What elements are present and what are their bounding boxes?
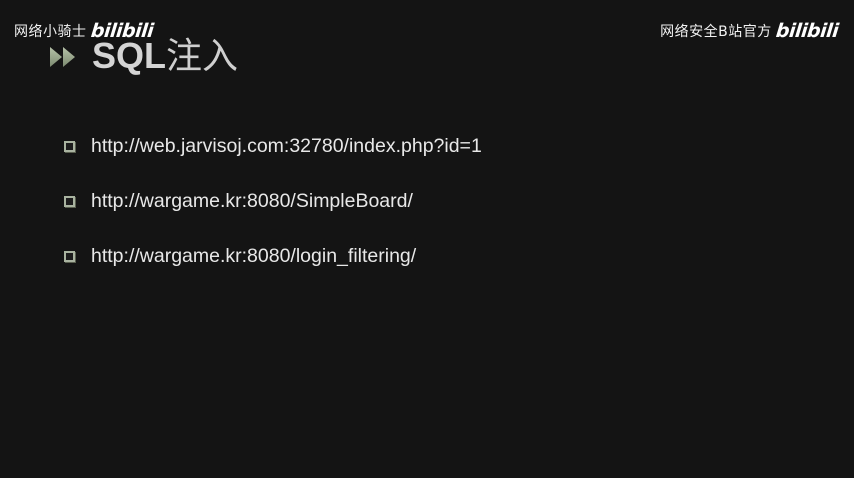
list-item: http://web.jarvisoj.com:32780/index.php?… [64,132,482,160]
square-bullet-icon [64,250,75,262]
double-play-arrows-icon [48,43,82,71]
slide-title: SQL注入 [48,34,238,79]
page-title: SQL注入 [92,34,238,79]
list-item: http://wargame.kr:8080/SimpleBoard/ [64,187,482,215]
square-bullet-icon [64,140,75,152]
bullet-url[interactable]: http://wargame.kr:8080/login_filtering/ [91,245,416,268]
slide: 网络小骑士 bilibili 网络安全B站官方 bilibili SQL注入 h… [0,0,854,478]
bullet-list: http://web.jarvisoj.com:32780/index.php?… [64,132,482,297]
watermark-right: 网络安全B站官方 bilibili [660,20,840,42]
title-rest: 注入 [166,36,239,77]
watermark-right-text: 网络安全B站官方 [660,24,772,40]
bullet-url[interactable]: http://web.jarvisoj.com:32780/index.php?… [91,135,482,158]
title-sql: SQL [92,35,167,76]
bullet-url[interactable]: http://wargame.kr:8080/SimpleBoard/ [91,190,413,213]
list-item: http://wargame.kr:8080/login_filtering/ [64,242,482,270]
square-bullet-icon [64,195,75,207]
bilibili-logo: bilibili [774,20,840,42]
